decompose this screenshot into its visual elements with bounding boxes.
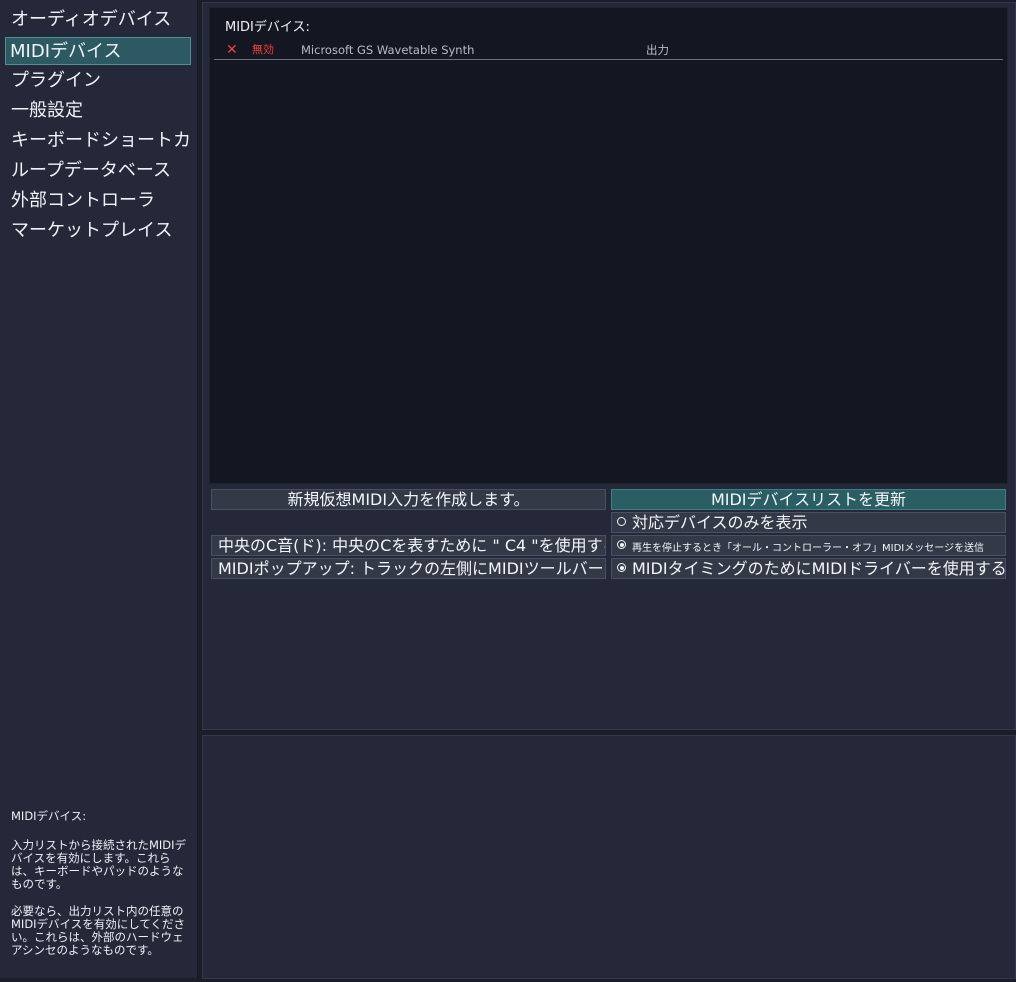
midi-timing-label: MIDIタイミングのためにMIDIドライバーを使用する (632, 559, 1006, 578)
close-icon[interactable]: ✕ (226, 41, 238, 59)
bottom-panel (202, 735, 1016, 979)
radio-off-icon (617, 517, 626, 526)
sidebar-item-external-controllers[interactable]: 外部コントローラ (5, 187, 191, 215)
refresh-midi-list-button[interactable]: MIDIデバイスリストを更新 (611, 489, 1006, 510)
device-state: 無効 (252, 43, 274, 56)
settings-sidebar: オーディオデバイス MIDIデバイス プラグイン 一般設定 キーボードショートカ… (0, 0, 198, 978)
sidebar-item-keyboard-shortcuts[interactable]: キーボードショートカット (5, 127, 191, 155)
device-direction: 出力 (646, 43, 669, 57)
sidebar-item-midi-devices[interactable]: MIDIデバイス (5, 37, 191, 65)
only-supported-label: 対応デバイスのみを表示 (632, 513, 808, 532)
midi-timing-toggle[interactable]: MIDIタイミングのためにMIDIドライバーを使用する (611, 558, 1006, 579)
midi-popup-option-button[interactable]: MIDIポップアップ: トラックの左側にMIDIツールバーを表示 (211, 558, 606, 579)
create-virtual-midi-button[interactable]: 新規仮想MIDI入力を作成します。 (211, 489, 606, 510)
radio-on-icon (617, 563, 626, 572)
help-text: MIDIデバイス: 入力リストから接続されたMIDIデバイスを有効にします。これ… (11, 810, 187, 971)
radio-on-icon (617, 540, 626, 549)
sidebar-item-plugins[interactable]: プラグイン (5, 67, 191, 95)
midi-settings-panel: MIDIデバイス: ✕ 無効 Microsoft GS Wavetable Sy… (202, 2, 1016, 730)
help-paragraph-output: 必要なら、出力リスト内の任意のMIDIデバイスを有効にしてください。これらは、外… (11, 904, 186, 957)
device-list-title: MIDIデバイス: (225, 20, 310, 35)
device-row[interactable]: ✕ 無効 Microsoft GS Wavetable Synth 出力 (214, 41, 1003, 60)
device-name: Microsoft GS Wavetable Synth (301, 43, 475, 57)
sidebar-item-loop-database[interactable]: ループデータベース (5, 157, 191, 185)
sidebar-item-general[interactable]: 一般設定 (5, 97, 191, 125)
help-title: MIDIデバイス: (11, 809, 87, 823)
all-controllers-off-label: 再生を停止するとき「オール・コントローラー・オフ」MIDIメッセージを送信 (632, 543, 985, 554)
sidebar-item-marketplace[interactable]: マーケットプレイス (5, 217, 191, 245)
help-paragraph-input: 入力リストから接続されたMIDIデバイスを有効にします。これらは、キーボードやパ… (11, 838, 187, 891)
sidebar-item-audio-devices[interactable]: オーディオデバイス (5, 6, 191, 34)
midi-device-list[interactable]: MIDIデバイス: ✕ 無効 Microsoft GS Wavetable Sy… (209, 7, 1008, 484)
all-controllers-off-toggle[interactable]: 再生を停止するとき「オール・コントローラー・オフ」MIDIメッセージを送信 (611, 535, 1006, 556)
middle-c-option-button[interactable]: 中央のC音(ド): 中央のCを表すために " C4 "を使用する (211, 535, 606, 556)
only-supported-devices-toggle[interactable]: 対応デバイスのみを表示 (611, 512, 1006, 533)
